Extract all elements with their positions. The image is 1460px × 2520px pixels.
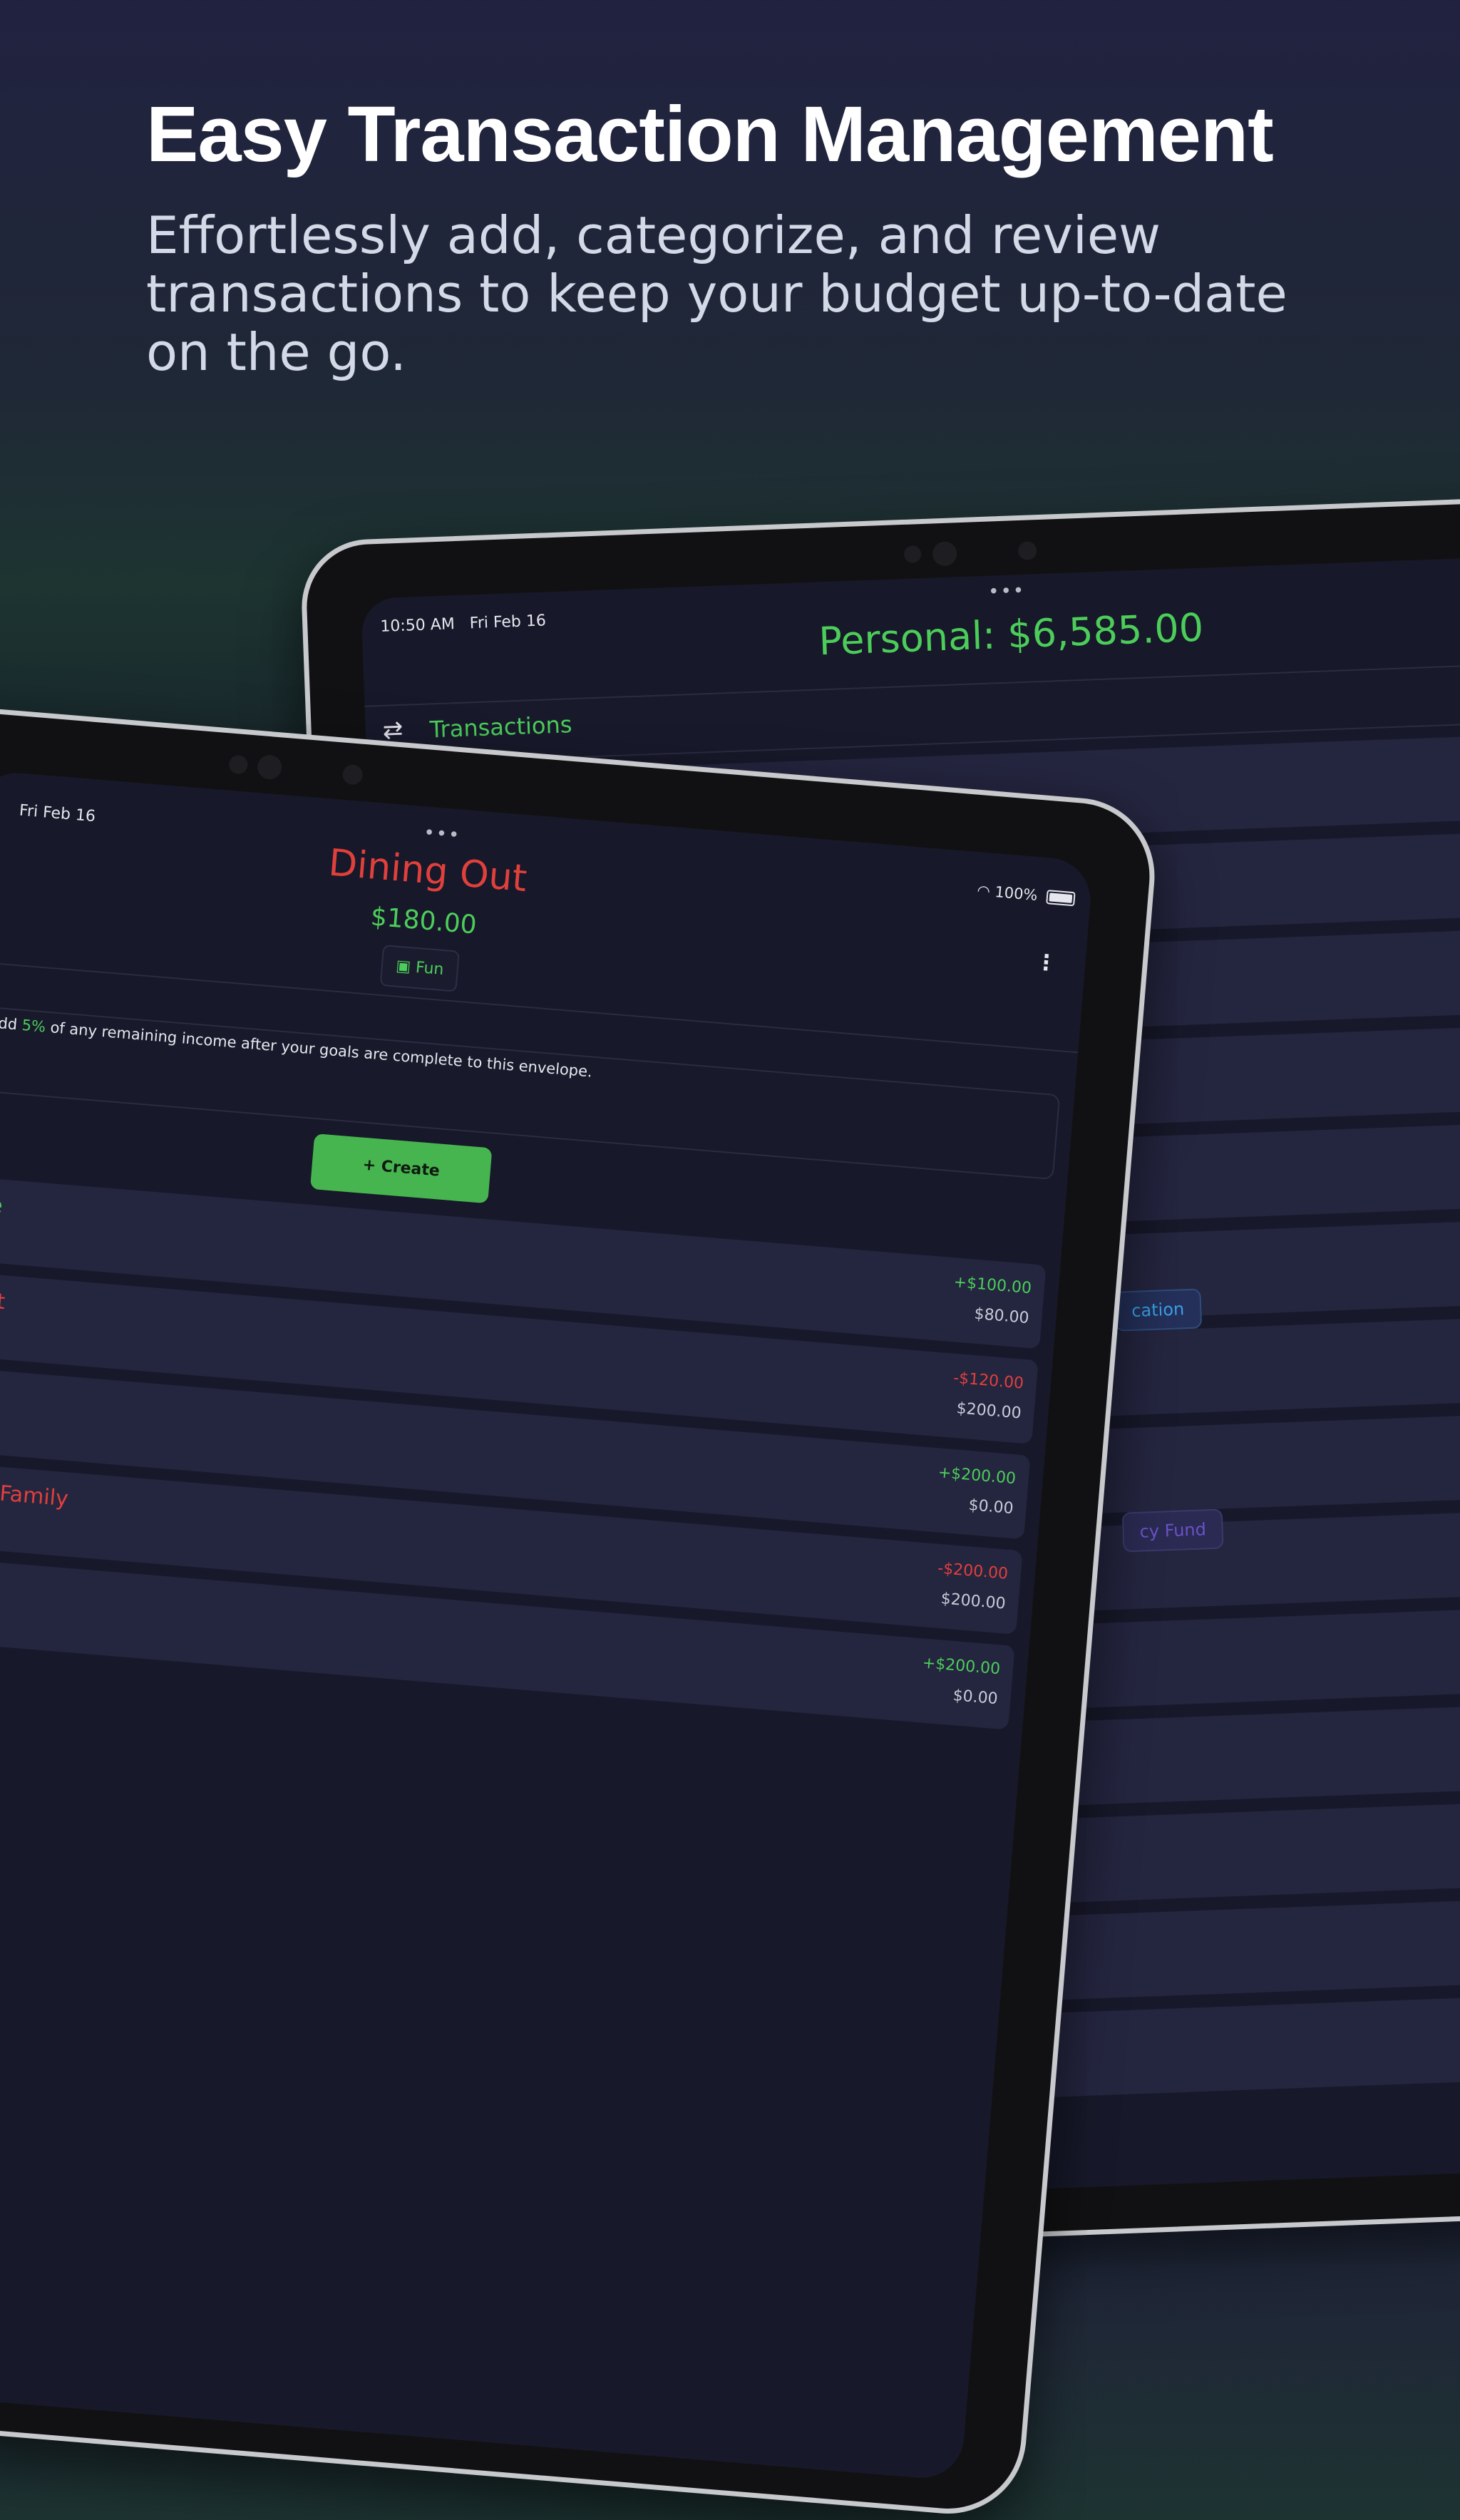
- headline: Easy Transaction Management: [146, 91, 1274, 178]
- create-transaction-button[interactable]: + Create Transaction: [309, 1133, 493, 1237]
- camera-dot: [341, 763, 364, 786]
- status-date: Fri Feb 16: [19, 801, 96, 826]
- status-bar: 10:50 AM Fri Feb 16: [380, 612, 546, 636]
- transaction-balance: $80.00: [973, 1305, 1030, 1327]
- envelope-tag[interactable]: cation: [1114, 1288, 1203, 1332]
- transaction-amount: +$200.00: [921, 1654, 1001, 1679]
- tab-label: Transactions: [429, 711, 573, 744]
- more-options-icon[interactable]: ⋮: [1034, 950, 1058, 976]
- status-time: 10:50 AM: [379, 615, 456, 636]
- transaction-name: r with Family: [0, 1476, 70, 1512]
- hero: Easy Transaction Management Effortlessly…: [146, 91, 1344, 381]
- camera-dot: [1017, 541, 1037, 561]
- multitask-grabber-icon[interactable]: •••: [988, 580, 1026, 603]
- inbox-icon: ▣: [395, 957, 412, 977]
- group-chip-label: Fun: [415, 958, 445, 979]
- camera-lens: [256, 754, 283, 781]
- battery-icon: [1046, 890, 1076, 907]
- front-tablet: Fri Feb 16 ◠ 100% ••• Dining Out $180.00…: [0, 702, 1161, 2520]
- transaction-balance: $0.00: [952, 1687, 999, 1709]
- status-date: Fri Feb 16: [469, 612, 547, 633]
- transaction-balance: $200.00: [955, 1399, 1022, 1423]
- battery-percent: 100%: [994, 883, 1039, 904]
- envelope-title: Dining Out: [327, 841, 529, 901]
- transaction-amount: +$200.00: [937, 1464, 1017, 1488]
- group-chip[interactable]: ▣ Fun: [379, 945, 460, 992]
- budget-title: Personal: $6,585.00: [818, 605, 1205, 664]
- transaction-amount: -$120.00: [952, 1369, 1024, 1393]
- info-percent: 5%: [21, 1016, 46, 1036]
- status-bar-right: ◠ 100%: [977, 882, 1076, 907]
- transaction-balance: $0.00: [967, 1496, 1014, 1518]
- transaction-name: ome: [0, 1190, 4, 1219]
- camera-dot: [903, 545, 922, 563]
- transaction-amount: -$200.00: [937, 1559, 1009, 1583]
- transaction-amount: +$100.00: [952, 1273, 1032, 1298]
- wifi-icon: ◠: [976, 882, 991, 900]
- envelope-tag[interactable]: cy Fund: [1121, 1508, 1224, 1553]
- subheadline: Effortlessly add, categorize, and review…: [146, 205, 1287, 382]
- camera-lens: [932, 541, 957, 567]
- envelope-amount: $180.00: [369, 902, 478, 940]
- plus-icon: +: [361, 1156, 377, 1176]
- camera-dot: [228, 754, 249, 775]
- multitask-grabber-icon[interactable]: •••: [423, 822, 461, 846]
- front-screen: Fri Feb 16 ◠ 100% ••• Dining Out $180.00…: [0, 769, 1094, 2482]
- transaction-balance: $200.00: [940, 1590, 1007, 1613]
- transaction-list: ome +$100.00 $80.00 Night -$120.00 $200.…: [0, 1174, 1047, 1742]
- info-prefix: ill add: [0, 1012, 19, 1034]
- transaction-name: Night: [0, 1285, 6, 1315]
